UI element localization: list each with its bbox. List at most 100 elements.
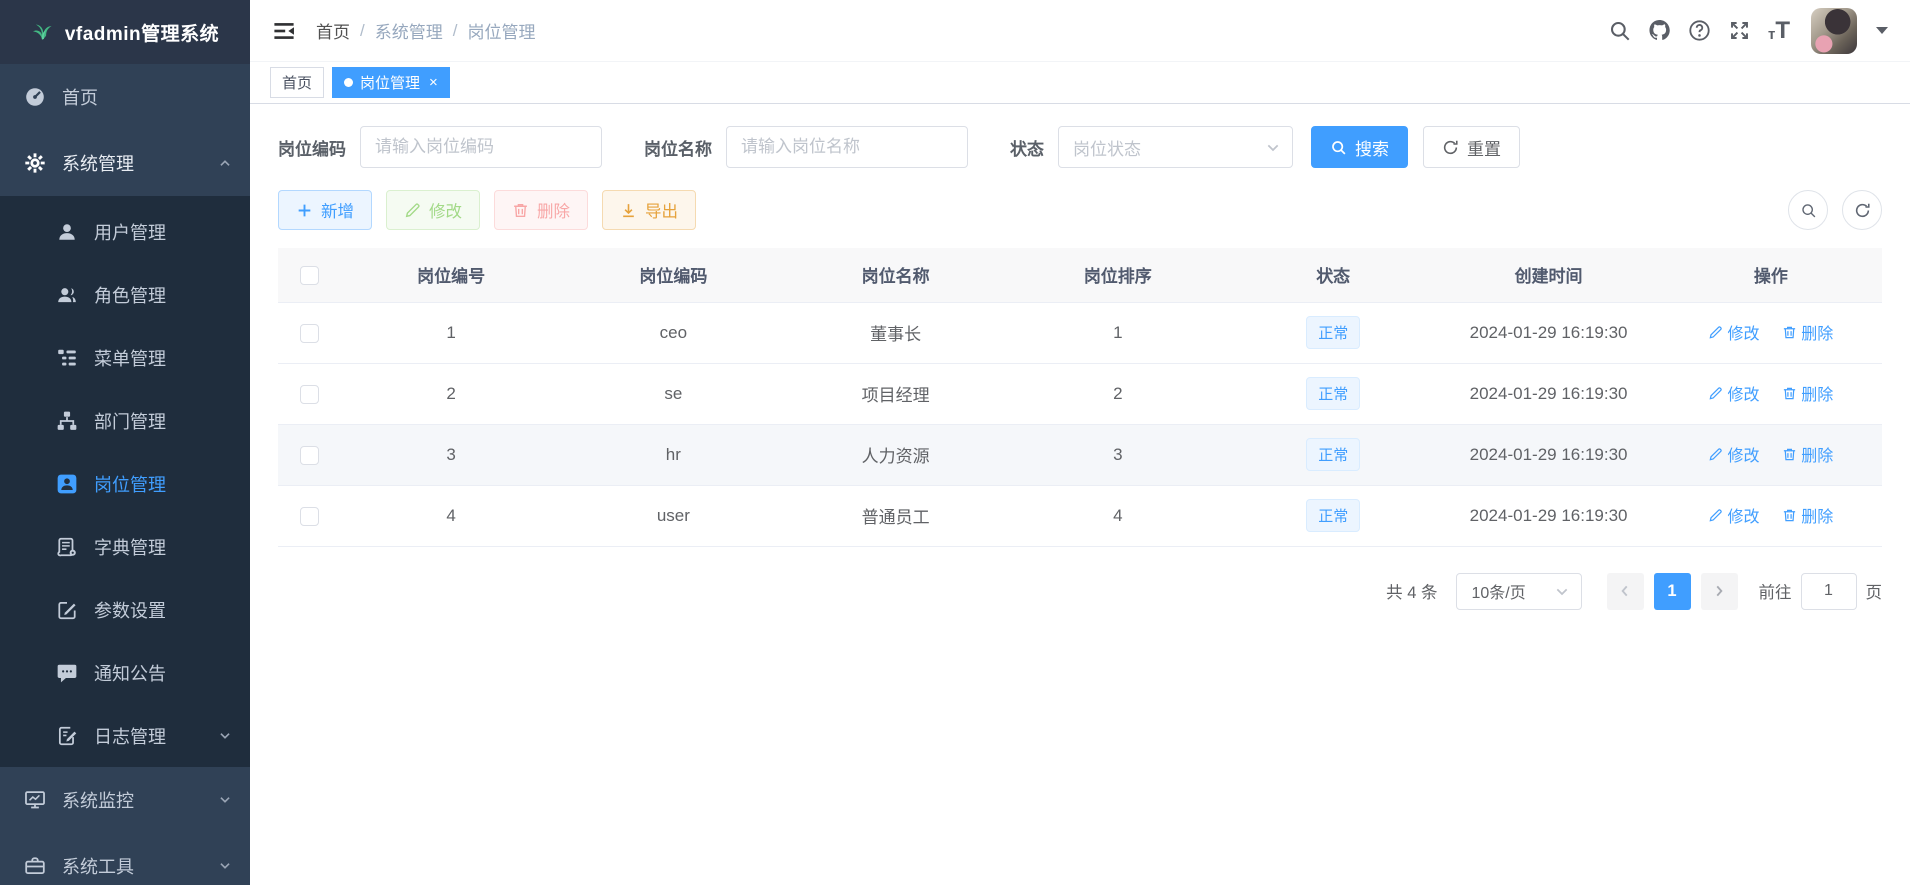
sidebar-item-menu-mgmt[interactable]: 菜单管理 [0, 326, 250, 389]
row-checkbox[interactable] [300, 507, 319, 526]
font-size-icon[interactable]: тT [1768, 19, 1790, 43]
row-delete-label: 删除 [1801, 503, 1833, 527]
chevron-up-icon [218, 156, 232, 170]
status-select[interactable]: 岗位状态 [1058, 126, 1293, 168]
sidebar-item-label: 通知公告 [94, 660, 166, 686]
export-button[interactable]: 导出 [602, 190, 696, 230]
sidebar-item-dept-mgmt[interactable]: 部门管理 [0, 389, 250, 452]
status-select-placeholder: 岗位状态 [1073, 135, 1141, 160]
post-name-label: 岗位名称 [644, 135, 712, 160]
cell-post-id: 4 [340, 485, 562, 546]
status-badge: 正常 [1306, 438, 1360, 471]
sidebar-item-log-mgmt[interactable]: 日志管理 [0, 704, 250, 767]
row-delete-link[interactable]: 删除 [1782, 442, 1833, 466]
chevron-down-icon [1554, 584, 1570, 600]
dictionary-icon [56, 536, 78, 558]
post-name-input[interactable] [726, 126, 968, 168]
sidebar-item-home[interactable]: 首页 [0, 64, 250, 130]
next-page-button[interactable] [1701, 573, 1738, 610]
sidebar-item-system-mgmt[interactable]: 系统管理 [0, 130, 250, 196]
sidebar-item-system-tools[interactable]: 系统工具 [0, 833, 250, 885]
edit-button[interactable]: 修改 [386, 190, 480, 230]
table-header-row: 岗位编号 岗位编码 岗位名称 岗位排序 状态 创建时间 操作 [278, 248, 1882, 302]
select-all-checkbox[interactable] [300, 266, 319, 285]
col-post-sort: 岗位排序 [1007, 248, 1229, 302]
row-edit-label: 修改 [1727, 320, 1759, 344]
col-post-name: 岗位名称 [784, 248, 1006, 302]
refresh-table-button[interactable] [1842, 190, 1882, 230]
cell-created: 2024-01-29 16:19:30 [1437, 363, 1659, 424]
add-button[interactable]: 新增 [278, 190, 372, 230]
avatar[interactable] [1811, 8, 1857, 54]
refresh-icon [1442, 139, 1459, 156]
tab-close-icon[interactable]: × [429, 75, 438, 90]
show-search-toggle-button[interactable] [1788, 190, 1828, 230]
row-delete-label: 删除 [1801, 442, 1833, 466]
caret-down-icon[interactable] [1876, 27, 1888, 34]
trash-icon [1782, 508, 1797, 523]
navbar-right: тT [1608, 8, 1888, 54]
search-icon[interactable] [1608, 19, 1631, 42]
dashboard-icon [24, 86, 46, 108]
reset-button[interactable]: 重置 [1423, 126, 1520, 168]
row-edit-label: 修改 [1727, 503, 1759, 527]
breadcrumb-home[interactable]: 首页 [316, 18, 350, 43]
total-count: 共 4 条 [1386, 579, 1437, 603]
monitor-icon [24, 789, 46, 811]
cell-post-code: hr [562, 424, 784, 485]
cell-post-sort: 3 [1007, 424, 1229, 485]
cell-created: 2024-01-29 16:19:30 [1437, 302, 1659, 363]
row-checkbox[interactable] [300, 385, 319, 404]
row-edit-link[interactable]: 修改 [1708, 381, 1759, 405]
sidebar-item-dict-mgmt[interactable]: 字典管理 [0, 515, 250, 578]
prev-page-button[interactable] [1607, 573, 1644, 610]
page-size-select[interactable]: 10条/页 [1456, 573, 1582, 610]
sidebar-item-notice[interactable]: 通知公告 [0, 641, 250, 704]
row-edit-link[interactable]: 修改 [1708, 442, 1759, 466]
row-delete-link[interactable]: 删除 [1782, 381, 1833, 405]
row-delete-label: 删除 [1801, 381, 1833, 405]
sidebar-item-post-mgmt[interactable]: 岗位管理 [0, 452, 250, 515]
plus-icon [296, 202, 313, 219]
breadcrumb-separator: / [453, 21, 458, 41]
pencil-icon [1708, 447, 1723, 462]
sidebar-item-label: 用户管理 [94, 219, 166, 245]
tab-home[interactable]: 首页 [270, 67, 324, 98]
tab-active-dot [344, 78, 353, 87]
row-edit-link[interactable]: 修改 [1708, 503, 1759, 527]
sidebar-item-label: 字典管理 [94, 534, 166, 560]
fullscreen-icon[interactable] [1728, 19, 1751, 42]
github-icon[interactable] [1648, 19, 1671, 42]
table-row: 3 hr 人力资源 3 正常 2024-01-29 16:19:30 修改 [278, 424, 1882, 485]
tab-post-mgmt[interactable]: 岗位管理 × [332, 67, 450, 98]
app-logo[interactable]: vfadmin管理系统 [0, 0, 250, 64]
post-code-input[interactable] [360, 126, 602, 168]
trash-icon [1782, 447, 1797, 462]
row-delete-link[interactable]: 删除 [1782, 320, 1833, 344]
delete-button-label: 删除 [537, 198, 570, 222]
page-number-1[interactable]: 1 [1654, 573, 1691, 610]
chevron-down-icon [218, 793, 232, 807]
goto-page-input[interactable] [1801, 573, 1857, 610]
chevron-down-icon [1265, 140, 1281, 156]
sidebar-item-system-monitor[interactable]: 系统监控 [0, 767, 250, 833]
cell-post-name: 普通员工 [784, 485, 1006, 546]
sidebar-item-role-mgmt[interactable]: 角色管理 [0, 263, 250, 326]
row-edit-link[interactable]: 修改 [1708, 320, 1759, 344]
delete-button[interactable]: 删除 [494, 190, 588, 230]
sidebar-fold-icon[interactable] [272, 19, 296, 43]
status-badge: 正常 [1306, 499, 1360, 532]
col-status: 状态 [1229, 248, 1438, 302]
breadcrumb-system-mgmt[interactable]: 系统管理 [375, 18, 443, 43]
sidebar-item-label: 系统管理 [62, 150, 134, 176]
pagination: 共 4 条 10条/页 1 前 [278, 573, 1882, 610]
row-delete-link[interactable]: 删除 [1782, 503, 1833, 527]
user-icon [56, 221, 78, 243]
cell-post-name: 项目经理 [784, 363, 1006, 424]
row-checkbox[interactable] [300, 446, 319, 465]
help-icon[interactable] [1688, 19, 1711, 42]
row-checkbox[interactable] [300, 324, 319, 343]
sidebar-item-user-mgmt[interactable]: 用户管理 [0, 200, 250, 263]
search-button[interactable]: 搜索 [1311, 126, 1408, 168]
sidebar-item-param-settings[interactable]: 参数设置 [0, 578, 250, 641]
